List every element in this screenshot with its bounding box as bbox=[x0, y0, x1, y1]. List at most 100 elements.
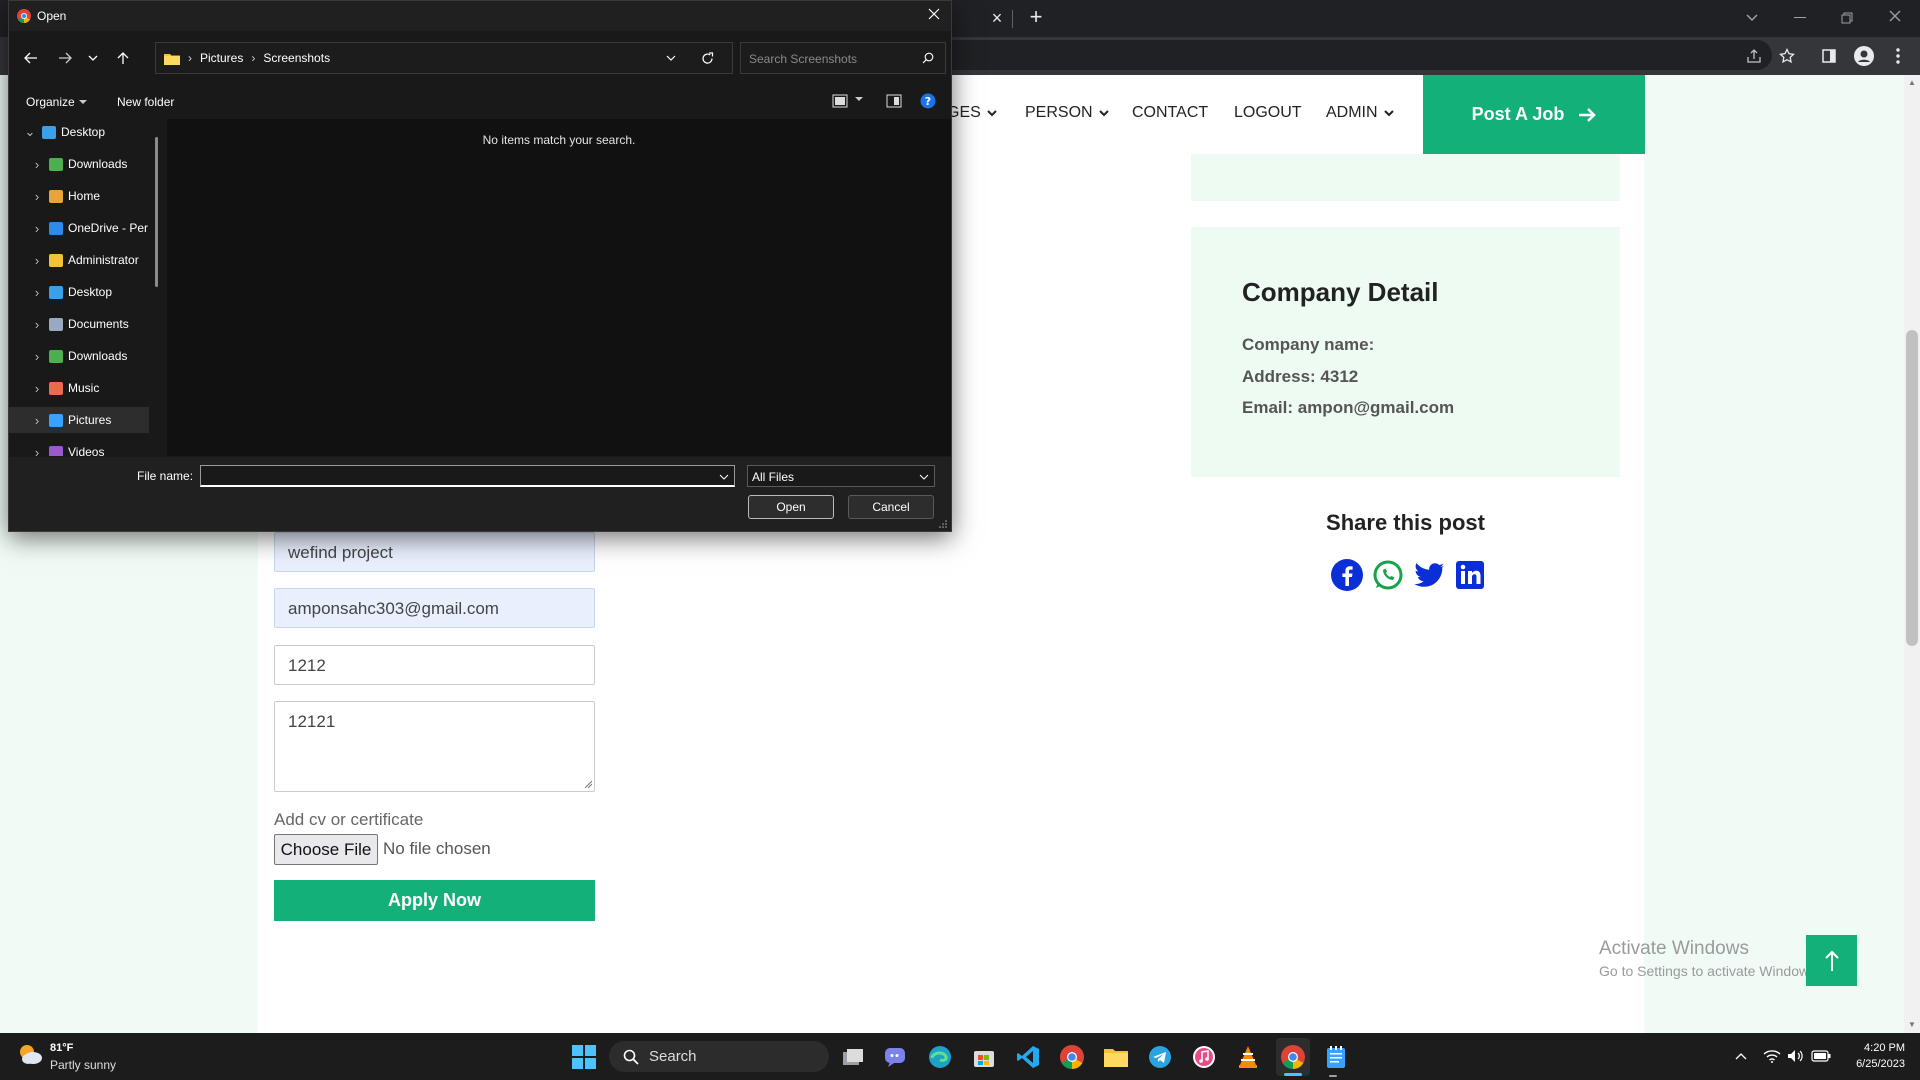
post-job-button[interactable]: Post A Job bbox=[1423, 75, 1645, 154]
telegram-icon[interactable] bbox=[1144, 1041, 1176, 1073]
chevron-right-icon[interactable]: › bbox=[30, 189, 44, 204]
dialog-search-input[interactable]: Search Screenshots bbox=[740, 42, 946, 74]
new-tab-icon[interactable]: + bbox=[1025, 4, 1047, 29]
chrome-icon[interactable] bbox=[1056, 1041, 1088, 1073]
chevron-right-icon[interactable]: › bbox=[30, 413, 44, 428]
search-icon[interactable] bbox=[919, 49, 937, 67]
chevron-right-icon[interactable]: › bbox=[30, 285, 44, 300]
chevron-right-icon[interactable]: › bbox=[30, 317, 44, 332]
task-view-icon[interactable] bbox=[837, 1041, 869, 1073]
taskbar-search-box[interactable]: Search bbox=[609, 1041, 829, 1072]
nav-item-person[interactable]: PERSON bbox=[1025, 104, 1109, 122]
apply-now-button[interactable]: Apply Now bbox=[274, 880, 595, 921]
preview-pane-icon[interactable] bbox=[886, 94, 902, 108]
breadcrumb-screenshots[interactable]: Screenshots bbox=[263, 51, 330, 65]
linkedin-icon[interactable] bbox=[1453, 558, 1487, 592]
vlc-icon[interactable] bbox=[1232, 1041, 1264, 1073]
chevron-right-icon[interactable]: › bbox=[30, 381, 44, 396]
tab-search-icon[interactable] bbox=[1742, 8, 1762, 28]
chevron-down-icon[interactable]: ⌄ bbox=[23, 124, 37, 140]
weather-icon[interactable] bbox=[16, 1041, 44, 1067]
name-field[interactable]: wefind project bbox=[274, 532, 595, 572]
view-dropdown-icon[interactable] bbox=[855, 97, 865, 105]
file-list-pane[interactable]: No items match your search. bbox=[167, 119, 951, 456]
twitter-icon[interactable] bbox=[1412, 558, 1446, 592]
scroll-down-arrow-icon[interactable]: ▼ bbox=[1906, 1020, 1918, 1030]
file-explorer-icon[interactable] bbox=[1100, 1041, 1132, 1073]
chrome-active-icon[interactable] bbox=[1277, 1041, 1309, 1073]
chevron-right-icon[interactable]: › bbox=[30, 221, 44, 236]
file-name-dropdown-icon[interactable] bbox=[717, 470, 731, 484]
tree-item-documents[interactable]: › Documents bbox=[9, 311, 149, 337]
wifi-icon[interactable] bbox=[1762, 1046, 1782, 1066]
browser-menu-icon[interactable] bbox=[1888, 46, 1908, 66]
cancel-button[interactable]: Cancel bbox=[848, 495, 934, 519]
tree-item-downloads[interactable]: › Downloads bbox=[9, 151, 149, 177]
vscode-icon[interactable] bbox=[1012, 1041, 1044, 1073]
address-dropdown-icon[interactable] bbox=[661, 48, 681, 68]
dialog-close-icon[interactable] bbox=[927, 7, 945, 25]
file-name-input[interactable] bbox=[200, 465, 735, 487]
restore-icon[interactable] bbox=[1837, 8, 1857, 28]
clock-time[interactable]: 4:20 PM bbox=[1840, 1042, 1905, 1054]
breadcrumb-pictures[interactable]: Pictures bbox=[200, 51, 243, 65]
forward-icon[interactable] bbox=[55, 48, 75, 68]
recent-locations-icon[interactable] bbox=[85, 48, 101, 68]
tree-item-music[interactable]: › Music bbox=[9, 375, 149, 401]
nav-item-admin[interactable]: ADMIN bbox=[1326, 104, 1394, 122]
nav-item-logout[interactable]: LOGOUT bbox=[1234, 104, 1302, 122]
start-windows-icon[interactable] bbox=[568, 1041, 600, 1073]
chevron-right-icon[interactable]: › bbox=[30, 157, 44, 172]
up-folder-icon[interactable] bbox=[113, 48, 133, 68]
file-type-dropdown-icon[interactable] bbox=[917, 470, 931, 484]
notepad-icon[interactable] bbox=[1320, 1041, 1352, 1073]
view-options-icon[interactable] bbox=[832, 94, 848, 108]
close-tab-icon[interactable]: × bbox=[987, 8, 1007, 28]
weather-desc[interactable]: Partly sunny bbox=[50, 1058, 116, 1072]
whatsapp-icon[interactable] bbox=[1371, 558, 1405, 592]
tree-item-onedrive-per[interactable]: › OneDrive - Per bbox=[9, 215, 149, 241]
weather-temp[interactable]: 81°F bbox=[50, 1042, 73, 1054]
navigation-pane-scrollbar[interactable] bbox=[155, 137, 158, 287]
refresh-icon[interactable] bbox=[697, 48, 717, 68]
bookmark-star-icon[interactable] bbox=[1777, 46, 1797, 66]
itunes-icon[interactable] bbox=[1188, 1041, 1220, 1073]
back-icon[interactable] bbox=[21, 48, 41, 68]
file-type-select[interactable]: All Files bbox=[747, 465, 935, 487]
volume-icon[interactable] bbox=[1786, 1046, 1806, 1066]
nav-item-contact[interactable]: CONTACT bbox=[1132, 104, 1208, 122]
tree-item-downloads[interactable]: › Downloads bbox=[9, 343, 149, 369]
message-textarea[interactable]: 12121 bbox=[274, 701, 595, 792]
chevron-right-icon[interactable]: › bbox=[30, 349, 44, 364]
resize-grip-icon[interactable] bbox=[584, 780, 592, 788]
edge-icon[interactable] bbox=[924, 1041, 956, 1073]
choose-file-button[interactable]: Choose File bbox=[274, 834, 378, 865]
tree-item-desktop[interactable]: ⌄ Desktop bbox=[9, 119, 149, 145]
organize-button[interactable]: Organize bbox=[26, 95, 87, 109]
email-field[interactable]: amponsahc303@gmail.com bbox=[274, 588, 595, 628]
address-bar[interactable] bbox=[952, 40, 1772, 70]
hidden-icons-chevron-icon[interactable] bbox=[1733, 1048, 1749, 1064]
dialog-resize-grip-icon[interactable] bbox=[939, 520, 947, 528]
scrollbar-thumb[interactable] bbox=[1906, 330, 1918, 646]
microsoft-store-icon[interactable] bbox=[968, 1041, 1000, 1073]
back-to-top-button[interactable] bbox=[1806, 935, 1857, 986]
chevron-right-icon[interactable]: › bbox=[30, 253, 44, 268]
facebook-icon[interactable] bbox=[1330, 558, 1364, 592]
share-page-icon[interactable] bbox=[1744, 46, 1764, 66]
tree-item-pictures[interactable]: › Pictures bbox=[9, 407, 149, 433]
tree-item-home[interactable]: › Home bbox=[9, 183, 149, 209]
close-window-icon[interactable] bbox=[1885, 6, 1905, 26]
tree-item-desktop[interactable]: › Desktop bbox=[9, 279, 149, 305]
tree-item-videos[interactable]: › Videos bbox=[9, 439, 149, 456]
dialog-address-bar[interactable]: › Pictures › Screenshots bbox=[155, 42, 733, 74]
chevron-right-icon[interactable]: › bbox=[30, 445, 44, 457]
new-folder-button[interactable]: New folder bbox=[117, 95, 174, 109]
side-panel-icon[interactable] bbox=[1819, 46, 1839, 66]
minimize-icon[interactable] bbox=[1790, 8, 1810, 28]
clock-date[interactable]: 6/25/2023 bbox=[1830, 1058, 1905, 1070]
battery-icon[interactable] bbox=[1811, 1046, 1831, 1066]
nav-item-pages[interactable]: GES bbox=[947, 104, 997, 122]
profile-avatar-icon[interactable] bbox=[1853, 45, 1875, 67]
phone-field[interactable]: 1212 bbox=[274, 645, 595, 685]
